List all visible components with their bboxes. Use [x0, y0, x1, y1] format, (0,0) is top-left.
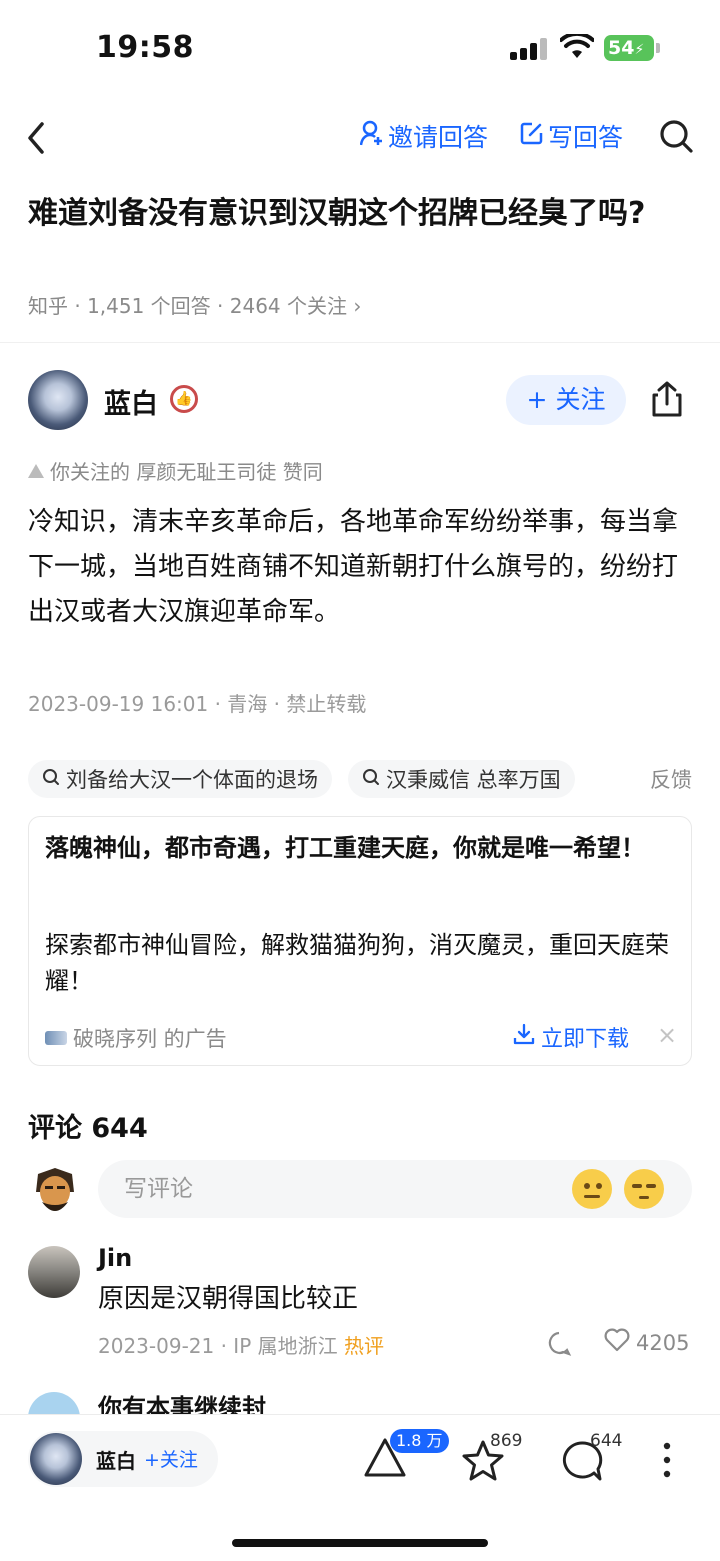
download-icon [513, 1023, 535, 1051]
search-icon [42, 767, 60, 791]
agree-text: 你关注的 厚颜无耻王司徒 赞同 [50, 460, 323, 484]
heart-icon [604, 1328, 630, 1357]
divider [0, 342, 720, 343]
comment-item: Jin 原因是汉朝得国比较正 2023-09-21 · IP 属地浙江 热评 4… [0, 1244, 720, 1364]
edit-icon [520, 121, 544, 151]
answer-text[interactable]: 冷知识，清末辛亥革命后，各地革命军纷纷举事，每当拿下一城，当地百姓商铺不知道新朝… [28, 500, 692, 635]
like-count: 4205 [636, 1330, 690, 1355]
status-bar: 19:58 54⚡ [0, 0, 720, 96]
battery-indicator: 54⚡ [604, 35, 654, 61]
comments-count: 644 [590, 1431, 623, 1451]
author-name[interactable]: 蓝白 [104, 382, 158, 421]
ad-source: 破晓序列 的广告 [45, 1023, 227, 1053]
answer-meta: 2023-09-19 16:01 · 青海 · 禁止转载 [28, 692, 367, 716]
wifi-icon [559, 31, 595, 64]
ad-download-button[interactable]: 立即下载 [513, 1021, 629, 1053]
write-answer-label: 写回答 [548, 123, 624, 152]
search-chip[interactable]: 刘备给大汉一个体面的退场 [28, 760, 332, 798]
more-icon[interactable] [660, 1441, 674, 1483]
advertiser-logo-icon [45, 1031, 67, 1045]
comment-meta: 2023-09-21 · IP 属地浙江 热评 [98, 1330, 384, 1359]
invite-answer-button[interactable]: 邀请回答 [359, 118, 489, 154]
meh-emoji-icon[interactable] [624, 1169, 664, 1209]
ad-download-label: 立即下载 [541, 1027, 630, 1052]
favorites-count: 869 [490, 1431, 523, 1451]
reply-icon[interactable] [546, 1330, 572, 1360]
follow-button[interactable]: + 关注 [506, 375, 626, 425]
thumb-badge-icon: 👍 [170, 385, 198, 413]
question-title[interactable]: 难道刘备没有意识到汉朝这个招牌已经臭了吗? [28, 192, 688, 236]
bottom-action-bar: 蓝白 +关注 1.8 万 869 644 [0, 1414, 720, 1561]
comment-input-row: 写评论 [0, 1160, 720, 1220]
share-icon[interactable] [650, 380, 684, 422]
signal-icon [510, 38, 550, 60]
ad-body: 探索都市神仙冒险，解救猫猫狗狗，消灭魔灵，重回天庭荣耀！ [45, 931, 669, 995]
avatar[interactable] [28, 370, 88, 430]
chip-label: 汉秉威信 总率万国 [386, 768, 561, 792]
ad-title: 落魄神仙，都市奇遇，打工重建天庭，你就是唯一希望！ [45, 834, 645, 862]
hot-badge: 热评 [343, 1334, 384, 1358]
comments-header: 评论 644 [28, 1113, 148, 1144]
battery-tip [656, 43, 660, 53]
upvote-triangle-icon [28, 463, 44, 478]
like-button[interactable]: 4205 [604, 1328, 689, 1357]
thinking-emoji-icon[interactable] [572, 1169, 612, 1209]
close-icon[interactable]: × [657, 1021, 677, 1049]
bottom-follow-button[interactable]: +关注 [144, 1445, 198, 1472]
author-row: 蓝白 👍 + 关注 [0, 370, 720, 432]
write-answer-button[interactable]: 写回答 [520, 118, 623, 154]
invite-answer-label: 邀请回答 [388, 123, 489, 152]
top-nav: 邀请回答 写回答 [0, 110, 720, 166]
home-indicator [232, 1539, 488, 1547]
search-icon [362, 767, 380, 791]
related-search-chips: 刘备给大汉一个体面的退场 汉秉威信 总率万国 反馈 [28, 760, 720, 800]
bottom-author-name: 蓝白 [96, 1449, 136, 1473]
agree-notice: 你关注的 厚颜无耻王司徒 赞同 [28, 456, 323, 485]
status-time: 19:58 [96, 30, 194, 65]
author-follow-pill[interactable]: 蓝白 +关注 [28, 1431, 218, 1487]
comment-author[interactable]: Jin [98, 1244, 132, 1272]
feedback-link[interactable]: 反馈 [630, 760, 720, 800]
upvote-count-badge: 1.8 万 [390, 1429, 449, 1453]
ad-card[interactable]: 落魄神仙，都市奇遇，打工重建天庭，你就是唯一希望！ 探索都市神仙冒险，解救猫猫狗… [28, 816, 692, 1066]
comment-meta-text: 2023-09-21 · IP 属地浙江 [98, 1334, 338, 1358]
search-icon[interactable] [658, 118, 694, 158]
ad-source-label: 破晓序列 的广告 [73, 1027, 227, 1051]
avatar[interactable] [28, 1162, 82, 1216]
back-icon[interactable] [22, 120, 52, 160]
avatar[interactable] [30, 1433, 82, 1485]
avatar[interactable] [28, 1246, 80, 1298]
chip-label: 刘备给大汉一个体面的退场 [66, 768, 318, 792]
comment-text[interactable]: 原因是汉朝得国比较正 [98, 1278, 358, 1315]
search-chip[interactable]: 汉秉威信 总率万国 [348, 760, 575, 798]
person-add-icon [359, 120, 384, 152]
question-meta[interactable]: 知乎 · 1,451 个回答 · 2464 个关注 › [28, 290, 361, 319]
